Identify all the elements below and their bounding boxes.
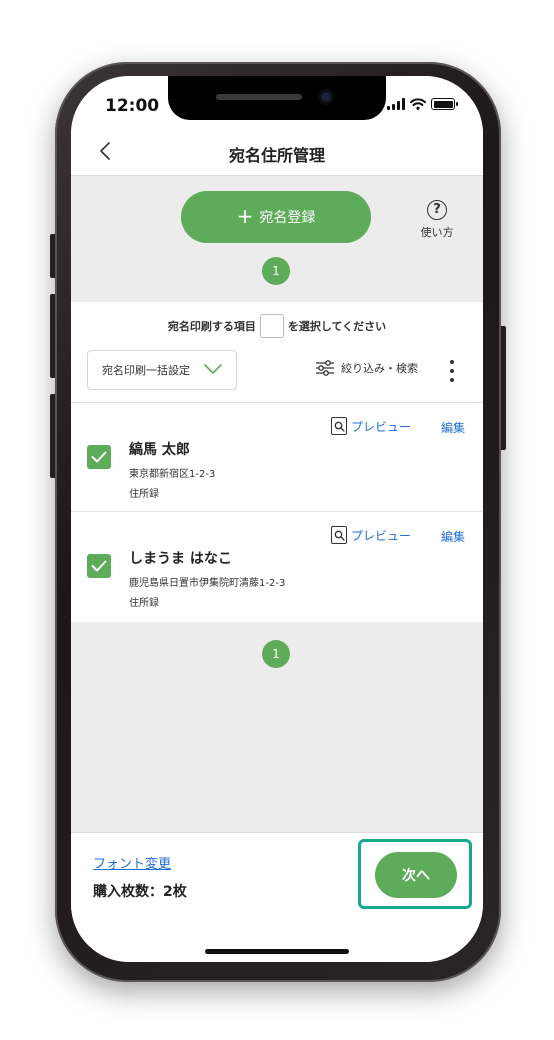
pagination-bottom-page[interactable]: 1	[262, 640, 290, 668]
address-list: 縞馬 太郎 東京都新宿区1-2-3 住所録 プレビュー 編集 しまうま はなこ …	[71, 402, 483, 622]
select-hint-prefix: 宛名印刷する項目	[167, 320, 256, 333]
preview-label: プレビュー	[351, 419, 412, 434]
nav-bar: 宛名住所管理	[71, 126, 483, 176]
address-item[interactable]: しまうま はなこ 鹿児島県日置市伊集院町清藤1-2-3 住所録 プレビュー 編集	[71, 512, 483, 622]
preview-button[interactable]: プレビュー	[331, 526, 411, 544]
register-address-button[interactable]: + 宛名登録	[181, 191, 371, 243]
address-source: 住所録	[129, 598, 159, 609]
edit-link[interactable]: 編集	[441, 528, 465, 545]
phone-screen: 12:00 宛名住所管理 + 宛名登録 ? 使い方 1 宛名印刷する項目 を選択…	[71, 76, 483, 962]
next-button[interactable]: 次へ	[375, 852, 457, 898]
battery-icon	[431, 98, 458, 110]
bottom-action-bar: フォント変更 購入枚数：2枚 次へ	[71, 832, 483, 962]
purchase-count: 購入枚数：2枚	[93, 884, 187, 900]
front-camera	[318, 89, 334, 105]
checkmark-icon	[91, 560, 107, 572]
preview-button[interactable]: プレビュー	[331, 417, 411, 435]
plus-icon: +	[236, 204, 254, 228]
help-button[interactable]: ? 使い方	[417, 200, 457, 240]
edit-link[interactable]: 編集	[441, 419, 465, 436]
address-checkbox[interactable]	[87, 554, 111, 578]
address-line: 鹿児島県日置市伊集院町清藤1-2-3	[129, 578, 286, 589]
address-name: 縞馬 太郎	[129, 442, 190, 458]
register-address-label: 宛名登録	[259, 210, 316, 226]
font-change-link[interactable]: フォント変更	[93, 853, 171, 872]
address-line: 東京都新宿区1-2-3	[129, 469, 216, 480]
sliders-icon	[316, 360, 334, 376]
magnifier-icon	[331, 526, 347, 544]
filter-search-button[interactable]: 絞り込み・検索	[315, 360, 418, 376]
pagination-top-page[interactable]: 1	[262, 257, 290, 285]
page-title: 宛名住所管理	[228, 146, 325, 165]
status-icons	[387, 98, 458, 110]
checkbox-sample-icon	[259, 314, 284, 338]
next-button-highlight: 次へ	[358, 839, 472, 909]
checkmark-icon	[91, 451, 107, 463]
batch-print-setting-dropdown[interactable]: 宛名印刷一括設定	[87, 350, 237, 390]
chevron-down-icon	[204, 364, 222, 374]
address-name: しまうま はなこ	[129, 551, 232, 567]
speaker-grille	[216, 94, 302, 100]
status-time: 12:00	[105, 96, 160, 116]
filter-search-label: 絞り込み・検索	[341, 362, 418, 375]
select-hint-suffix: を選択してください	[287, 320, 387, 333]
preview-label: プレビュー	[351, 528, 412, 543]
address-source: 住所録	[129, 489, 159, 500]
question-circle-icon: ?	[427, 200, 447, 220]
help-label: 使い方	[420, 226, 454, 239]
home-indicator[interactable]	[205, 949, 349, 954]
address-item[interactable]: 縞馬 太郎 東京都新宿区1-2-3 住所録 プレビュー 編集	[71, 403, 483, 512]
print-settings-panel: 宛名印刷する項目 を選択してください 宛名印刷一括設定 絞り込み・検索	[71, 302, 483, 402]
more-vertical-icon[interactable]	[447, 360, 457, 382]
wifi-icon	[410, 98, 426, 110]
cellular-signal-icon	[387, 98, 405, 110]
magnifier-icon	[331, 417, 347, 435]
select-hint: 宛名印刷する項目 を選択してください	[71, 314, 483, 338]
camera-notch	[168, 76, 386, 120]
batch-print-setting-label: 宛名印刷一括設定	[102, 364, 190, 377]
address-checkbox[interactable]	[87, 445, 111, 469]
